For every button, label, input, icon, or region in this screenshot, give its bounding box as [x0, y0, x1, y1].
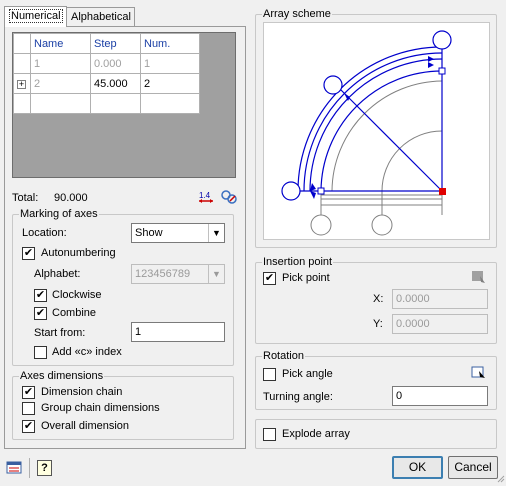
insertion-point-title: Insertion point: [262, 256, 334, 268]
cell-num[interactable]: [140, 93, 200, 114]
swap-axes-icon[interactable]: 1.4: [198, 189, 214, 205]
cell-num: 1: [140, 53, 200, 74]
array-scheme-title: Array scheme: [262, 8, 332, 20]
start-from-label: Start from:: [34, 327, 86, 339]
help-button[interactable]: ?: [37, 460, 52, 476]
clockwise-label: Clockwise: [52, 289, 102, 301]
table-header-name[interactable]: Name: [30, 33, 91, 54]
dimension-chain-label: Dimension chain: [41, 386, 123, 398]
turning-angle-input[interactable]: 0: [392, 386, 488, 406]
alphabet-select[interactable]: 123456789 ▼: [131, 264, 225, 284]
add-index-checkbox[interactable]: [34, 346, 47, 359]
tab-alphabetical-label: Alphabetical: [71, 11, 131, 23]
autonumbering-label: Autonumbering: [41, 247, 116, 259]
array-scheme-preview: [263, 22, 490, 240]
cell-name: 1: [30, 53, 91, 74]
table-row[interactable]: + 2 45.000 2: [13, 73, 200, 94]
group-chain-checkbox[interactable]: [22, 402, 35, 415]
table-header-num[interactable]: Num.: [140, 33, 200, 54]
svg-text:1.4: 1.4: [199, 191, 211, 200]
clockwise-checkbox[interactable]: ✔: [34, 289, 47, 302]
cell-name[interactable]: 2: [30, 73, 91, 94]
cell-name[interactable]: [30, 93, 91, 114]
tab-numerical[interactable]: Numerical: [4, 6, 67, 27]
overall-dimension-label: Overall dimension: [41, 420, 130, 432]
axis-settings-icon[interactable]: [220, 189, 238, 205]
x-label: X:: [373, 293, 384, 305]
cell-step: 0.000: [90, 53, 141, 74]
table-header-expander: [13, 33, 31, 54]
axes-dimensions-title: Axes dimensions: [19, 370, 105, 382]
rotation-title: Rotation: [262, 350, 305, 362]
tab-numerical-label: Numerical: [9, 9, 63, 23]
cell-step[interactable]: 45.000: [90, 73, 141, 94]
table-view-icon[interactable]: [6, 460, 24, 476]
resize-grip-icon[interactable]: [497, 474, 505, 483]
x-input[interactable]: 0.0000: [392, 289, 488, 309]
chevron-down-icon[interactable]: ▼: [208, 224, 224, 242]
dimension-chain-checkbox[interactable]: ✔: [22, 386, 35, 399]
alphabet-label: Alphabet:: [34, 268, 81, 280]
pick-angle-checkbox[interactable]: [263, 368, 276, 381]
group-chain-label: Group chain dimensions: [41, 402, 160, 414]
autonumbering-checkbox[interactable]: ✔: [22, 247, 35, 260]
ok-button[interactable]: OK: [392, 456, 443, 479]
y-input[interactable]: 0.0000: [392, 314, 488, 334]
array-scheme-diagram: [281, 30, 452, 236]
marking-of-axes-title: Marking of axes: [19, 208, 99, 220]
total-value: 90.000: [54, 192, 88, 204]
expand-icon[interactable]: +: [17, 79, 26, 89]
tab-alphabetical[interactable]: Alphabetical: [66, 7, 135, 26]
pick-cursor-icon[interactable]: [470, 270, 486, 284]
location-select-value: Show: [135, 227, 163, 239]
cancel-button[interactable]: Cancel: [448, 456, 498, 479]
table-row[interactable]: 1 0.000 1: [13, 53, 200, 74]
explode-array-checkbox[interactable]: [263, 428, 276, 441]
add-index-label: Add «c» index: [52, 346, 122, 358]
pick-angle-label: Pick angle: [282, 368, 333, 380]
y-label: Y:: [373, 318, 383, 330]
row-expander: [13, 93, 31, 114]
overall-dimension-checkbox[interactable]: ✔: [22, 420, 35, 433]
toolbar-divider: [29, 458, 30, 478]
table-header-step[interactable]: Step: [90, 33, 141, 54]
axes-grid: Name Step Num. 1 0.000 1 + 2 45.000 2: [12, 32, 236, 178]
cell-step[interactable]: [90, 93, 141, 114]
explode-array-label: Explode array: [282, 428, 350, 440]
row-expander: [13, 53, 31, 74]
pick-angle-icon[interactable]: [470, 366, 486, 380]
alphabet-select-value: 123456789: [135, 268, 191, 280]
cell-num[interactable]: 2: [140, 73, 200, 94]
location-select[interactable]: Show ▼: [131, 223, 225, 243]
axes-table: Name Step Num. 1 0.000 1 + 2 45.000 2: [13, 33, 200, 114]
table-header-row: Name Step Num.: [13, 33, 200, 54]
chevron-down-icon[interactable]: ▼: [208, 265, 224, 283]
start-from-input[interactable]: 1: [131, 322, 225, 342]
total-label: Total:: [12, 192, 39, 204]
location-label: Location:: [22, 227, 67, 239]
row-expander[interactable]: +: [13, 73, 31, 94]
combine-checkbox[interactable]: ✔: [34, 307, 47, 320]
combine-label: Combine: [52, 307, 97, 319]
pick-point-checkbox[interactable]: ✔: [263, 272, 276, 285]
table-row[interactable]: [13, 93, 200, 114]
pick-point-label: Pick point: [282, 272, 330, 284]
turning-angle-label: Turning angle:: [263, 391, 333, 403]
